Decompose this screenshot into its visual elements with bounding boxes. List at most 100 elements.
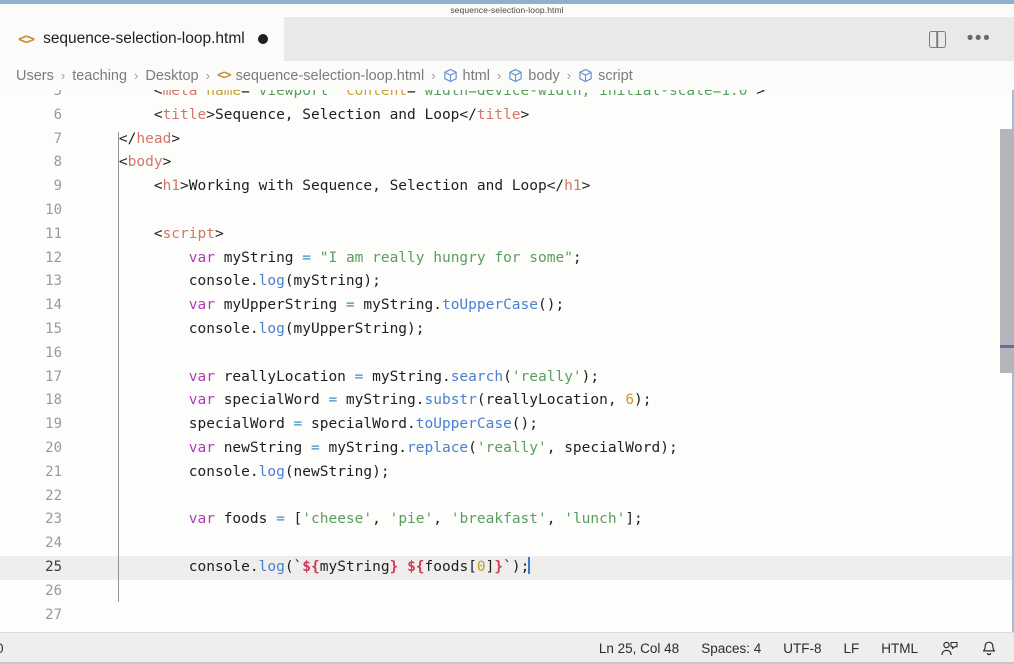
code-line[interactable]: 24	[0, 532, 1014, 556]
code-line[interactable]: 26	[0, 580, 1014, 604]
token: "I am really hungry for some"	[319, 249, 573, 266]
cursor-position[interactable]: Ln 25, Col 48	[599, 641, 679, 656]
token: 'pie'	[389, 511, 434, 528]
token: "width=device-width, initial-scale=1.0"	[415, 90, 757, 99]
token: 'cheese'	[302, 511, 373, 528]
token: log	[258, 320, 285, 337]
language-mode[interactable]: HTML	[881, 641, 918, 656]
line-content: var specialWord = myString.substr(really…	[84, 389, 652, 413]
indentation[interactable]: Spaces: 4	[701, 641, 761, 656]
code-line[interactable]: 23 var foods = ['cheese', 'pie', 'breakf…	[0, 508, 1014, 532]
token: foods[	[424, 558, 477, 575]
line-content: <script>	[84, 223, 224, 247]
feedback-icon-button[interactable]	[940, 640, 958, 658]
notifications-bell-icon-button[interactable]	[980, 640, 998, 658]
breadcrumb-item-sequence-selection-loop-html[interactable]: <> sequence-selection-loop.html	[217, 68, 424, 84]
editor-scrollbar[interactable]	[1000, 90, 1014, 632]
breadcrumb-item-html[interactable]: html	[443, 68, 490, 84]
line-content: console.log(newString);	[84, 461, 390, 485]
code-line[interactable]: 11 <script>	[0, 223, 1014, 247]
editor-tab-sequence-selection-loop[interactable]: <> sequence-selection-loop.html	[0, 17, 284, 61]
token: ();	[511, 416, 538, 433]
line-content: console.log(myString);	[84, 270, 381, 294]
code-line[interactable]: 7 </head>	[0, 128, 1014, 152]
token: =	[407, 90, 416, 99]
more-actions-button[interactable]: •••	[964, 24, 994, 54]
code-line[interactable]: 20 var newString = myString.replace('rea…	[0, 437, 1014, 461]
token: var	[188, 511, 215, 528]
token: `	[293, 558, 303, 575]
line-content: var foods = ['cheese', 'pie', 'breakfast…	[84, 508, 643, 532]
line-number: 6	[53, 106, 62, 123]
code-line[interactable]: 27	[0, 604, 1014, 628]
breadcrumb-item-body[interactable]: body	[508, 68, 560, 84]
token: >	[180, 178, 189, 195]
code-line[interactable]: 12 var myString = "I am really hungry fo…	[0, 247, 1014, 271]
token: myString.	[337, 392, 425, 409]
token: ${	[407, 558, 425, 575]
code-line[interactable]: 14 var myUpperString = myString.toUpperC…	[0, 294, 1014, 318]
breadcrumb-item-users[interactable]: Users	[16, 68, 54, 84]
token: 'breakfast'	[450, 511, 547, 528]
code-line[interactable]: 15 console.log(myUpperString);	[0, 318, 1014, 342]
code-line[interactable]: 9 <h1>Working with Sequence, Selection a…	[0, 175, 1014, 199]
code-line[interactable]: 10	[0, 199, 1014, 223]
token: <	[153, 90, 163, 99]
token: ,	[433, 511, 451, 528]
tab-label: sequence-selection-loop.html	[43, 30, 245, 47]
token: myString	[319, 558, 390, 575]
eol-sequence[interactable]: LF	[843, 641, 859, 656]
line-number: 5	[53, 90, 62, 99]
encoding[interactable]: UTF-8	[783, 641, 821, 656]
line-number: 21	[45, 463, 62, 480]
code-line[interactable]: 22	[0, 485, 1014, 509]
code-line[interactable]: 5 <meta name="viewport" content="width=d…	[0, 90, 1014, 104]
token: reallyLocation	[214, 368, 355, 385]
breadcrumb-separator: ›	[134, 68, 139, 83]
breadcrumb-item-script[interactable]: script	[578, 68, 633, 84]
token: console.	[188, 558, 259, 575]
breadcrumb-item-desktop[interactable]: Desktop	[145, 68, 198, 84]
line-number: 7	[53, 130, 62, 147]
token: ];	[625, 511, 643, 528]
line-number: 20	[45, 439, 62, 456]
code-line[interactable]: 19 specialWord = specialWord.toUpperCase…	[0, 413, 1014, 437]
code-editor[interactable]: 5 <meta name="viewport" content="width=d…	[0, 90, 1014, 632]
token: console.	[188, 463, 259, 480]
token: console.	[188, 320, 259, 337]
line-number: 13	[45, 273, 62, 290]
problems-count[interactable]: 0	[0, 641, 4, 656]
breadcrumb-item-teaching[interactable]: teaching	[72, 68, 127, 84]
line-number: 26	[45, 582, 62, 599]
token: >	[162, 154, 172, 171]
line-content: console.log(`${myString} ${foods[0]}`);	[84, 556, 530, 580]
code-line[interactable]: 6 <title>Sequence, Selection and Loop</t…	[0, 104, 1014, 128]
token: }	[494, 558, 504, 575]
line-content: var newString = myString.replace('really…	[84, 437, 678, 461]
code-line[interactable]: 17 var reallyLocation = myString.search(…	[0, 366, 1014, 390]
code-line[interactable]: 8 <body>	[0, 151, 1014, 175]
scrollbar-thumb[interactable]	[1000, 129, 1014, 373]
code-line[interactable]: 25 console.log(`${myString} ${foods[0]}`…	[0, 555, 1014, 580]
unsaved-changes-dot-icon[interactable]	[257, 34, 268, 44]
symbol-cube-icon	[443, 68, 457, 83]
code-line[interactable]: 13 console.log(myString);	[0, 270, 1014, 294]
line-content: </head>	[84, 128, 180, 152]
symbol-cube-icon	[509, 68, 522, 83]
split-editor-icon	[928, 30, 946, 48]
status-bar-right: Ln 25, Col 48 Spaces: 4 UTF-8 LF HTML	[599, 640, 1014, 658]
code-line[interactable]: 21 console.log(newString);	[0, 461, 1014, 485]
token: =	[345, 297, 355, 314]
code-line[interactable]: 18 var specialWord = myString.substr(rea…	[0, 389, 1014, 413]
code-line[interactable]: 16	[0, 342, 1014, 366]
line-content: var reallyLocation = myString.search('re…	[84, 366, 599, 390]
window-title: sequence-selection-loop.html	[450, 5, 564, 15]
token: search	[450, 368, 504, 385]
token: <	[118, 154, 128, 171]
split-editor-button[interactable]	[922, 24, 952, 54]
token: (	[284, 558, 294, 575]
